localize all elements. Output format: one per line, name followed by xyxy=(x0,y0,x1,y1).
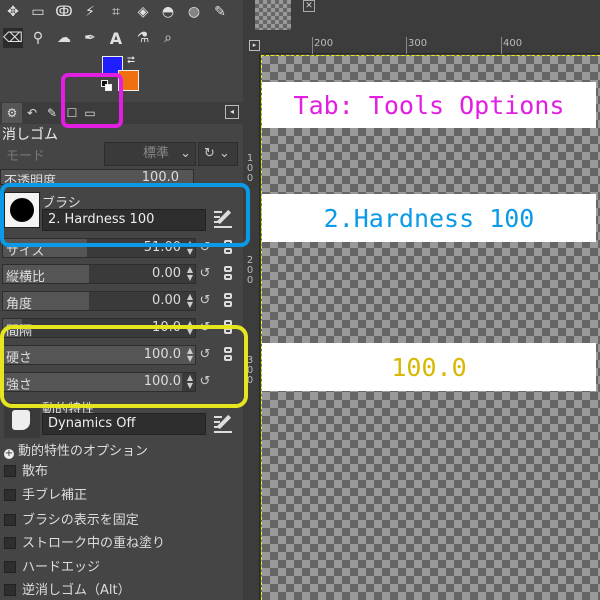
chevron-down-icon: ⌄ xyxy=(180,146,191,161)
lasso-icon[interactable]: ↂ xyxy=(54,2,74,22)
anti-erase-label: 逆消しゴム（Alt） xyxy=(22,583,131,598)
expand-plus-icon: + xyxy=(4,448,14,459)
hardness-highlight-box xyxy=(0,325,248,408)
dynamics-options-label: 動的特性のオプション xyxy=(18,444,149,459)
paintbrush-icon[interactable]: ✎ xyxy=(210,2,230,22)
tool-options-tab[interactable]: ⚙ xyxy=(2,103,22,123)
quick-mask-icon[interactable]: ▸ xyxy=(249,40,260,51)
zoom-icon[interactable]: ⌕ xyxy=(158,28,178,48)
aspect-ratio-value: 0.00 xyxy=(152,266,181,281)
swap-colors-icon[interactable]: ⮂ xyxy=(127,55,139,67)
edit-dynamics-icon[interactable] xyxy=(212,412,234,434)
mode-value: 標準 xyxy=(143,146,170,161)
color-picker-icon[interactable]: ⚗ xyxy=(133,28,153,48)
warp-icon[interactable]: ◓ xyxy=(158,2,178,22)
hard-edge-checkbox[interactable]: ハードエッジ xyxy=(4,559,100,577)
clone-icon[interactable]: ⚲ xyxy=(28,28,48,48)
incremental-label: ストローク中の重ね塗り xyxy=(22,536,166,551)
text-icon[interactable]: A xyxy=(106,28,126,48)
tab-highlight-box xyxy=(61,73,123,128)
angle-reset-icon[interactable]: ↺ xyxy=(197,293,213,309)
aspect-ratio-label: 縦横比 xyxy=(6,270,46,285)
angle-slider[interactable]: 角度 0.00 ▲ ▼ xyxy=(2,291,196,312)
aspect-ratio-reset-icon[interactable]: ↺ xyxy=(197,266,213,282)
spin-arrows-icon[interactable]: ▲ ▼ xyxy=(187,266,193,282)
tab-callout: Tab: Tools Options xyxy=(262,82,596,128)
crop-icon[interactable]: ⌗ xyxy=(106,2,126,22)
mode-reset-button[interactable]: ↻ ⌄ xyxy=(198,142,238,166)
lock-brush-view-label: ブラシの表示を固定 xyxy=(22,513,139,528)
incremental-checkbox[interactable]: ストローク中の重ね塗り xyxy=(4,535,165,553)
ruler-label-400: 400 xyxy=(503,38,523,49)
brush-callout: 2.Hardness 100 xyxy=(262,194,596,242)
spin-arrows-icon[interactable]: ▲ ▼ xyxy=(187,293,193,309)
anti-erase-checkbox[interactable]: 逆消しゴム（Alt） xyxy=(4,582,131,600)
hardness-callout: 100.0 xyxy=(262,343,596,391)
aspect-ratio-link-icon[interactable] xyxy=(220,266,236,282)
vruler-label-100: 1 0 0 xyxy=(246,153,254,184)
ruler-label-200: 200 xyxy=(314,38,334,49)
smooth-stroke-label: 手ブレ補正 xyxy=(22,488,88,503)
mode-label: モード xyxy=(6,149,46,164)
vruler-label-200: 2 0 0 xyxy=(246,255,254,286)
transform-icon[interactable]: ◈ xyxy=(133,2,153,22)
eraser-icon[interactable]: ⌫ xyxy=(3,28,23,48)
rect-select-icon[interactable]: ▭ xyxy=(28,2,48,22)
scatter-checkbox[interactable]: 散布 xyxy=(4,463,48,481)
dock-menu-icon[interactable]: ◂ xyxy=(225,105,239,119)
scatter-label: 散布 xyxy=(22,464,49,479)
angle-value: 0.00 xyxy=(152,293,181,308)
mode-row: モード 標準 ⌄ ↻ ⌄ xyxy=(0,141,243,167)
angle-link-icon[interactable] xyxy=(220,293,236,309)
image-tabs: ✕ xyxy=(243,0,600,36)
ruler-label-300: 300 xyxy=(408,38,428,49)
smooth-stroke-checkbox[interactable]: 手ブレ補正 xyxy=(4,487,87,505)
hard-edge-label: ハードエッジ xyxy=(22,560,101,575)
vertical-ruler: 1 0 0 2 0 0 3 0 0 xyxy=(243,54,260,600)
smudge-icon[interactable]: ☁ xyxy=(54,28,74,48)
image-thumbnail[interactable] xyxy=(255,0,291,30)
aspect-ratio-slider[interactable]: 縦横比 0.00 ▲ ▼ xyxy=(2,264,196,285)
brush-highlight-box xyxy=(0,183,250,247)
mode-select[interactable]: 標準 ⌄ xyxy=(104,142,196,166)
paths-icon[interactable]: ✒ xyxy=(80,28,100,48)
undo-history-tab[interactable]: ↶ xyxy=(22,103,42,123)
image-canvas[interactable] xyxy=(261,55,600,600)
move-icon[interactable]: ✥ xyxy=(3,2,23,22)
lock-brush-view-checkbox[interactable]: ブラシの表示を固定 xyxy=(4,512,139,530)
horizontal-ruler: 200 300 400 xyxy=(263,37,600,54)
angle-label: 角度 xyxy=(6,297,33,312)
brushes-tab[interactable]: ✎ xyxy=(42,103,62,123)
bucket-fill-icon[interactable]: ◍ xyxy=(184,2,204,22)
fuzzy-select-icon[interactable]: ⚡ xyxy=(80,2,100,22)
dynamics-options-expander[interactable]: + 動的特性のオプション xyxy=(4,440,148,459)
close-image-icon[interactable]: ✕ xyxy=(303,0,315,12)
dynamics-name-field[interactable]: Dynamics Off xyxy=(42,413,206,435)
